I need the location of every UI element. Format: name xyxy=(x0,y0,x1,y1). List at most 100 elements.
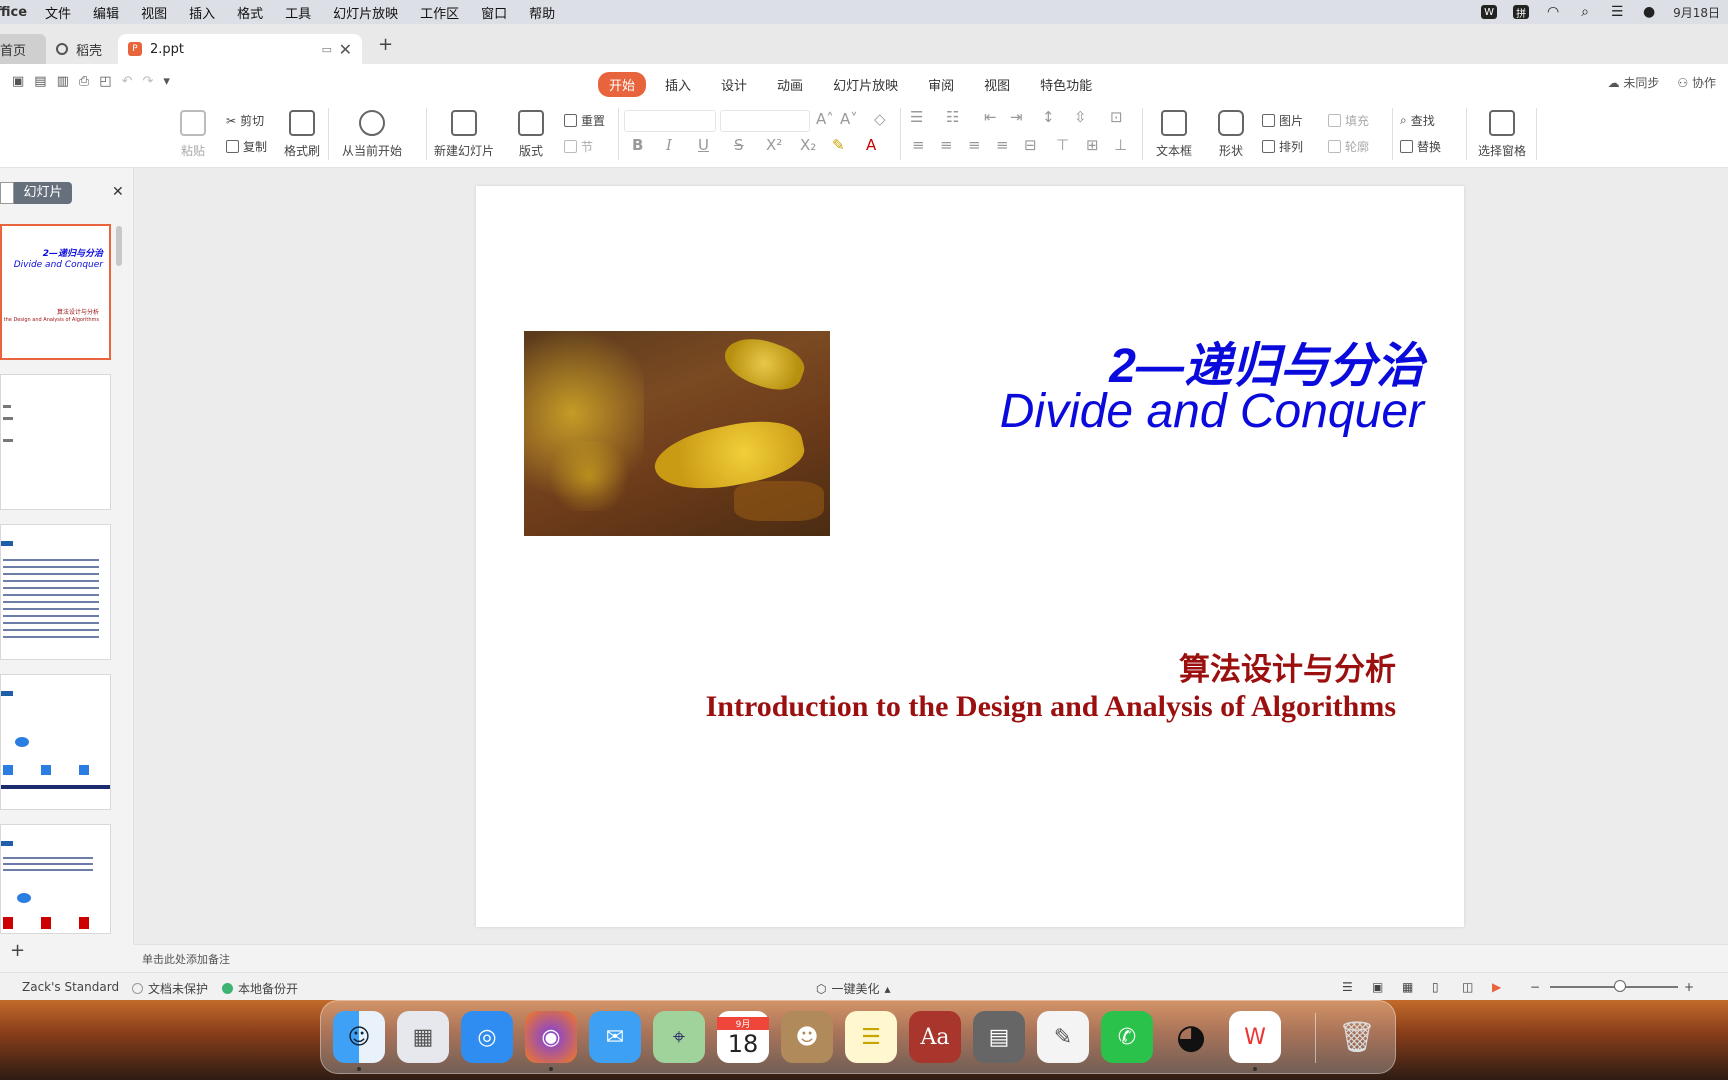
trash-icon[interactable]: 🗑 xyxy=(1331,1011,1383,1063)
slides-tab[interactable]: 幻灯片 xyxy=(14,182,72,204)
wps-icon[interactable]: W xyxy=(1229,1011,1281,1063)
tab-daoke[interactable]: 稻壳 xyxy=(48,34,114,64)
subscript-icon[interactable]: X₂ xyxy=(800,136,816,154)
shape-button[interactable]: 形状 xyxy=(1218,110,1244,159)
beautify-button[interactable]: ⬡ 一键美化 ▴ xyxy=(816,980,891,997)
ginkgo-leaves-photo[interactable] xyxy=(524,331,830,536)
select-pane-button[interactable]: 选择窗格 xyxy=(1478,110,1526,159)
slide-title-en[interactable]: Divide and Conquer xyxy=(1000,384,1424,439)
presenter-view-icon[interactable]: ◫ xyxy=(1462,980,1473,994)
textbox-button[interactable]: 文本框 xyxy=(1156,110,1192,159)
menu-edit[interactable]: 编辑 xyxy=(93,3,119,22)
wps-tray-icon[interactable]: W xyxy=(1481,5,1498,19)
tab-design[interactable]: 设计 xyxy=(710,72,758,97)
format-painter-button[interactable]: 格式刷 xyxy=(284,110,320,159)
align-center-icon[interactable]: ≡ xyxy=(940,136,953,154)
menu-help[interactable]: 帮助 xyxy=(529,3,555,22)
clock-date[interactable]: 9月18日 xyxy=(1673,4,1720,21)
print-icon[interactable]: ⎙ xyxy=(79,74,89,89)
menu-window[interactable]: 窗口 xyxy=(481,3,507,22)
layout-button[interactable]: 版式 xyxy=(518,110,544,159)
line-spacing-icon[interactable]: ↕ xyxy=(1042,108,1055,126)
outline-tab[interactable] xyxy=(0,182,14,204)
zoom-in-icon[interactable]: + xyxy=(1684,980,1694,994)
align-right-icon[interactable]: ≡ xyxy=(968,136,981,154)
tab-view[interactable]: 视图 xyxy=(973,72,1021,97)
new-slide-button[interactable]: 新建幻灯片 xyxy=(434,110,494,159)
slide-thumbnail-5[interactable] xyxy=(0,824,111,934)
menu-insert[interactable]: 插入 xyxy=(189,3,215,22)
contacts-icon[interactable]: ☻ xyxy=(781,1011,833,1063)
notes-app-icon[interactable]: ☰ xyxy=(845,1011,897,1063)
customize-icon[interactable]: ▾ xyxy=(163,74,170,89)
undo-icon[interactable]: ↶ xyxy=(122,74,133,89)
calculator-icon[interactable]: ▤ xyxy=(973,1011,1025,1063)
play-slideshow-icon[interactable]: ▶ xyxy=(1492,980,1501,994)
menu-workspace[interactable]: 工作区 xyxy=(420,3,459,22)
redo-icon[interactable]: ↷ xyxy=(143,74,154,89)
tab-review[interactable]: 审阅 xyxy=(917,72,965,97)
numbering-icon[interactable]: ☷ xyxy=(946,108,959,126)
safari-icon[interactable]: ◎ xyxy=(461,1011,513,1063)
copy-button[interactable]: 复制 xyxy=(226,138,267,155)
collab-button[interactable]: ⚇ 协作 xyxy=(1677,74,1716,91)
italic-icon[interactable]: I xyxy=(666,136,672,154)
arrange-button[interactable]: 排列 xyxy=(1262,138,1303,155)
replace-button[interactable]: 替换 xyxy=(1400,138,1441,155)
valign-middle-icon[interactable]: ⊞ xyxy=(1086,136,1099,154)
tab-home[interactable]: 首页 xyxy=(0,34,46,64)
slide-thumbnail-3[interactable] xyxy=(0,524,111,660)
control-center-icon[interactable]: ☰ xyxy=(1609,4,1625,20)
export-icon[interactable]: ▤ xyxy=(34,74,46,89)
picture-button[interactable]: 图片 xyxy=(1262,112,1303,129)
close-tab-icon[interactable]: ✕ xyxy=(339,40,352,59)
superscript-icon[interactable]: X² xyxy=(766,136,782,154)
tab-animation[interactable]: 动画 xyxy=(766,72,814,97)
dictionary-icon[interactable]: Aa xyxy=(909,1011,961,1063)
tab-home-ribbon[interactable]: 开始 xyxy=(598,72,647,97)
underline-icon[interactable]: U xyxy=(698,136,709,154)
font-name-select[interactable] xyxy=(624,110,716,132)
font-size-select[interactable] xyxy=(720,110,810,132)
fill-button[interactable]: 填充 xyxy=(1328,112,1369,129)
notes-area[interactable]: 单击此处添加备注 xyxy=(134,944,1728,972)
wechat-icon[interactable]: ✆ xyxy=(1101,1011,1153,1063)
text-direction-icon[interactable]: ⇳ xyxy=(1074,108,1087,126)
sync-status[interactable]: ☁ 未同步 xyxy=(1608,74,1660,91)
app-name[interactable]: ffice xyxy=(0,5,27,20)
zoom-out-icon[interactable]: − xyxy=(1530,980,1540,994)
increase-indent-icon[interactable]: ⇥ xyxy=(1010,108,1023,126)
paste-button[interactable]: 粘贴 xyxy=(180,110,206,159)
save-icon[interactable]: ▣ xyxy=(12,74,24,89)
menu-file[interactable]: 文件 xyxy=(45,3,71,22)
input-method-icon[interactable]: 拼 xyxy=(1513,5,1530,20)
zoom-slider-knob[interactable] xyxy=(1614,980,1626,992)
spotlight-icon[interactable]: ⌕ xyxy=(1577,4,1593,20)
section-button[interactable]: 节 xyxy=(564,138,593,155)
tab-slideshow[interactable]: 幻灯片放映 xyxy=(822,72,909,97)
firefox-icon[interactable]: ◉ xyxy=(525,1011,577,1063)
close-panel-icon[interactable]: ✕ xyxy=(112,184,124,200)
valign-top-icon[interactable]: ⊤ xyxy=(1056,136,1069,154)
protect-status[interactable]: 文档未保护 xyxy=(132,980,208,997)
find-button[interactable]: ⌕ 查找 xyxy=(1400,112,1435,129)
valign-bottom-icon[interactable]: ⊥ xyxy=(1114,136,1127,154)
outline-button[interactable]: 轮廓 xyxy=(1328,138,1369,155)
text-fit-icon[interactable]: ⊡ xyxy=(1110,108,1123,126)
wifi-icon[interactable]: ◠ xyxy=(1545,4,1561,20)
reading-view-icon[interactable]: ▯ xyxy=(1432,980,1439,994)
reset-button[interactable]: 重置 xyxy=(564,112,605,129)
slide-thumbnail-4[interactable] xyxy=(0,674,111,810)
cut-button[interactable]: ✂ 剪切 xyxy=(226,112,264,129)
normal-view-icon[interactable]: ▣ xyxy=(1372,980,1383,994)
increase-font-icon[interactable]: A˄ xyxy=(816,110,834,128)
pdf-icon[interactable]: ▥ xyxy=(57,74,69,89)
window-pin-icon[interactable]: ▭ xyxy=(322,43,332,56)
siri-icon[interactable]: ● xyxy=(1641,4,1657,20)
justify-icon[interactable]: ≡ xyxy=(996,136,1009,154)
notes-toggle-icon[interactable]: ☰ xyxy=(1342,980,1353,994)
tab-insert[interactable]: 插入 xyxy=(654,72,702,97)
qq-icon[interactable]: ◕ xyxy=(1165,1011,1217,1063)
slide[interactable]: 2—递归与分治 Divide and Conquer 算法设计与分析 Intro… xyxy=(476,186,1464,927)
new-tab-button[interactable]: + xyxy=(378,34,393,55)
